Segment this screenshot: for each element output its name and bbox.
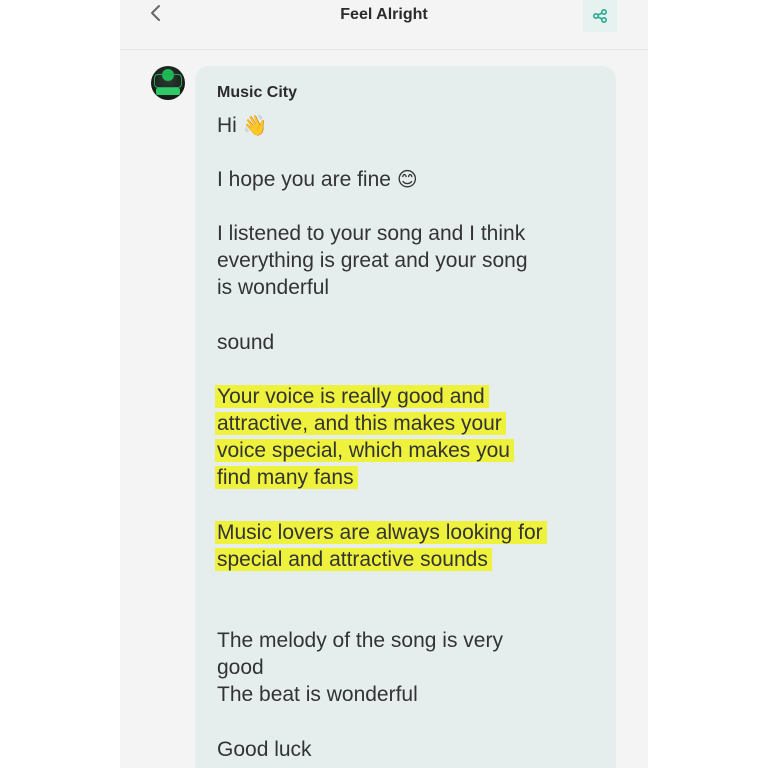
waving-hand-icon: 👋 xyxy=(242,113,268,137)
message-line: Hi 👋 xyxy=(217,112,268,139)
avatar[interactable] xyxy=(151,66,185,100)
page-title: Feel Alright xyxy=(340,6,428,23)
message-line: I listened to your song and I think xyxy=(217,222,526,245)
share-icon xyxy=(592,8,608,24)
highlight: attractive, and this makes your xyxy=(215,412,506,435)
hope-text: I hope you are fine xyxy=(217,168,391,191)
message-line: I hope you are fine 😊 xyxy=(217,166,418,193)
share-button[interactable] xyxy=(583,0,617,32)
top-bar: Feel Alright xyxy=(120,0,648,50)
message-line: good xyxy=(217,656,264,679)
message-line: The melody of the song is very xyxy=(217,629,503,652)
chat-screen: Feel Alright Music City Hi 👋 I hope you … xyxy=(120,0,648,768)
highlight: find many fans xyxy=(215,466,358,489)
highlight: special and attractive sounds xyxy=(215,548,492,571)
highlight: Your voice is really good and xyxy=(215,385,489,408)
highlighted-line: attractive, and this makes your xyxy=(215,410,506,437)
highlighted-line: voice special, which makes you xyxy=(215,437,514,464)
sender-name: Music City xyxy=(217,84,298,101)
highlighted-line: Your voice is really good and xyxy=(215,383,489,410)
message-line: is wonderful xyxy=(217,276,330,299)
highlighted-line: Music lovers are always looking for xyxy=(215,519,547,546)
highlighted-line: special and attractive sounds xyxy=(215,546,492,573)
message-line: everything is great and your song xyxy=(217,249,528,272)
message-line: Good luck xyxy=(217,738,312,761)
message-line: sound xyxy=(217,331,275,354)
greeting-text: Hi xyxy=(217,114,237,137)
highlight: voice special, which makes you xyxy=(215,439,514,462)
highlight: Music lovers are always looking for xyxy=(215,521,547,544)
message-line: The beat is wonderful xyxy=(217,683,418,706)
highlighted-line: find many fans xyxy=(215,464,358,491)
smiling-face-icon: 😊 xyxy=(396,167,418,191)
